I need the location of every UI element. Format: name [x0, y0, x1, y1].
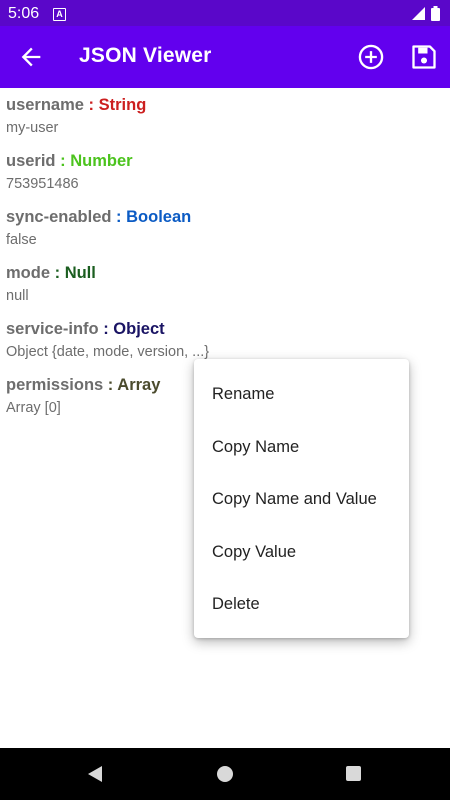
item-separator: :: [98, 320, 114, 338]
item-key: service-info: [6, 320, 99, 338]
item-key: sync-enabled: [6, 208, 112, 226]
item-value: false: [6, 232, 37, 248]
item-separator: :: [50, 264, 65, 282]
item-value: Object {date, mode, version, ...}: [6, 344, 210, 360]
back-arrow-icon[interactable]: [17, 43, 45, 71]
list-item[interactable]: username : String my-user: [0, 88, 450, 144]
navigation-bar: [0, 748, 450, 800]
item-separator: :: [111, 208, 127, 226]
item-value: 753951486: [6, 176, 79, 192]
status-icons: [412, 6, 440, 21]
nav-recents-icon[interactable]: [346, 766, 361, 781]
item-key: permissions: [6, 376, 104, 394]
item-type: Array: [117, 376, 161, 394]
menu-item-rename[interactable]: Rename: [194, 368, 409, 420]
item-key: mode: [6, 264, 51, 282]
item-value: my-user: [6, 120, 59, 136]
status-time: 5:06: [8, 5, 40, 22]
app-bar: JSON Viewer: [0, 26, 450, 88]
item-value: Array [0]: [6, 400, 61, 416]
item-key: userid: [6, 152, 56, 170]
notification-icon: A: [53, 8, 66, 21]
item-separator: :: [83, 96, 99, 114]
menu-item-copy-value[interactable]: Copy Value: [194, 526, 409, 578]
item-type: Number: [70, 152, 133, 170]
signal-icon: [412, 7, 425, 20]
item-key: username: [6, 96, 84, 114]
list-item[interactable]: sync-enabled : Boolean false: [0, 200, 450, 256]
list-item[interactable]: mode : Null null: [0, 256, 450, 312]
menu-item-delete[interactable]: Delete: [194, 578, 409, 630]
page-title: JSON Viewer: [79, 44, 212, 67]
item-type: String: [98, 96, 147, 114]
menu-item-copy-name-and-value[interactable]: Copy Name and Value: [194, 473, 409, 525]
item-type: Boolean: [126, 208, 192, 226]
item-value: null: [6, 288, 29, 304]
nav-back-icon[interactable]: [86, 765, 104, 783]
menu-item-copy-name[interactable]: Copy Name: [194, 421, 409, 473]
list-item[interactable]: userid : Number 753951486: [0, 144, 450, 200]
item-separator: :: [103, 376, 118, 394]
context-menu: Rename Copy Name Copy Name and Value Cop…: [194, 359, 409, 638]
add-circle-icon[interactable]: [357, 43, 385, 71]
status-bar: 5:06 A: [0, 0, 450, 26]
item-separator: :: [55, 152, 71, 170]
nav-home-icon[interactable]: [217, 766, 233, 782]
item-type: Object: [113, 320, 165, 338]
battery-icon: [431, 6, 440, 21]
save-icon[interactable]: [410, 43, 438, 71]
item-type: Null: [64, 264, 96, 282]
